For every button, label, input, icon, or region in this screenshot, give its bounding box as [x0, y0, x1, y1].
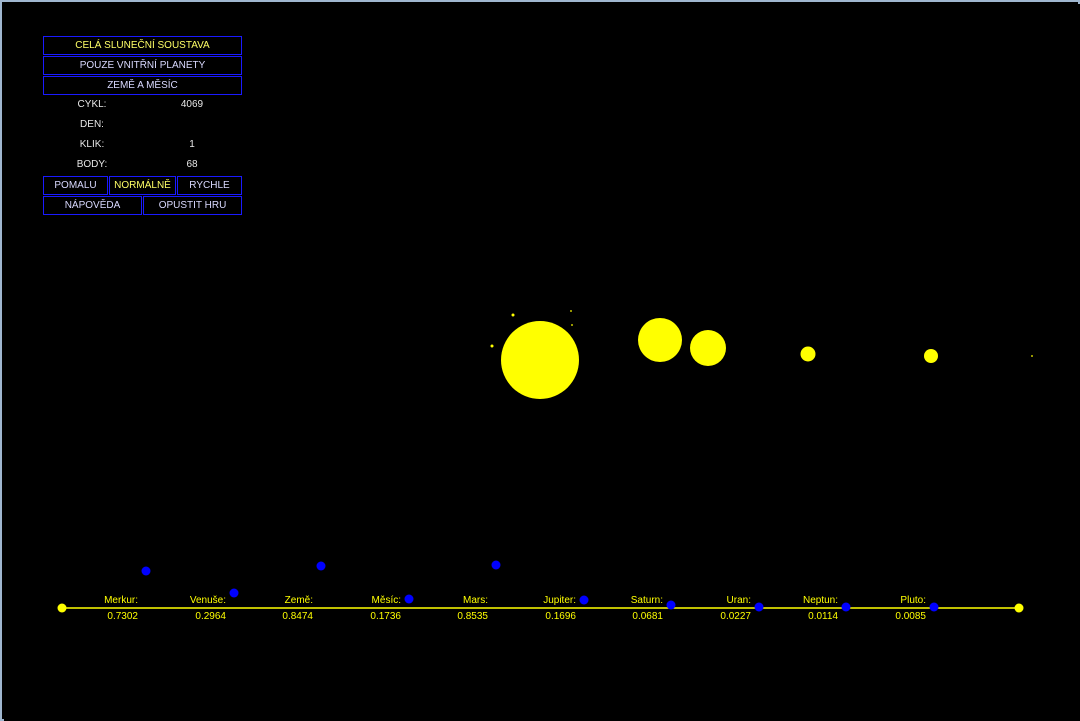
slider-label-mars: Mars:: [463, 595, 488, 606]
slider-value-neptun: 0.0114: [808, 611, 838, 622]
slider-track-end: [1014, 603, 1024, 613]
slider-value-zeme: 0.8474: [282, 611, 313, 622]
cycle-value: 4069: [180, 99, 204, 110]
slider-label-venuse: Venuše:: [189, 595, 226, 606]
speed-slow-button[interactable]: POMALU: [43, 176, 108, 195]
day-label: DEN:: [80, 119, 104, 130]
mercury: [490, 344, 494, 348]
slider-knob-uran[interactable]: [754, 602, 764, 612]
inner-planets-button[interactable]: POUZE VNITŘNÍ PLANETY: [43, 56, 242, 75]
slider-knob-pluto[interactable]: [929, 602, 939, 612]
slider-label-neptun: Neptun:: [802, 595, 838, 606]
slider-label-pluto: Pluto:: [900, 595, 926, 606]
sun: [501, 321, 579, 399]
slider-knob-mesic[interactable]: [404, 594, 414, 604]
cycle-label: CYKL:: [77, 99, 107, 110]
points-label: BODY:: [76, 159, 108, 170]
slider-value-merkur: 0.7302: [107, 611, 138, 622]
slider-value-venuse: 0.2964: [195, 611, 226, 622]
slider-track-start: [57, 603, 67, 613]
slider-label-saturn: Saturn:: [630, 595, 663, 606]
slider-label-uran: Uran:: [726, 595, 751, 606]
earth: [571, 324, 573, 326]
help-button[interactable]: NÁPOVĚDA: [43, 196, 142, 215]
slider-knob-neptun[interactable]: [841, 602, 851, 612]
slider-label-zeme: Země:: [284, 595, 313, 606]
slider-label-jupiter: Jupiter:: [543, 595, 576, 606]
click-label: KLIK:: [79, 139, 105, 150]
whole-system-button[interactable]: CELÁ SLUNEČNÍ SOUSTAVA: [43, 36, 242, 55]
earth-moon-button[interactable]: ZEMĚ A MĚSÍC: [43, 76, 242, 95]
slider-knob-venuse[interactable]: [229, 588, 239, 598]
slider-value-mars: 0.8535: [457, 611, 488, 622]
slider-knob-zeme[interactable]: [316, 561, 326, 571]
slider-label-mesic: Měsíc:: [371, 595, 401, 606]
speed-normal-button[interactable]: NORMÁLNĚ: [109, 176, 176, 195]
jupiter: [638, 318, 682, 362]
slider-value-mesic: 0.1736: [370, 611, 401, 622]
saturn: [690, 330, 726, 366]
speed-fast-button[interactable]: RYCHLE: [177, 176, 242, 195]
pluto: [1031, 355, 1033, 357]
game-area[interactable]: CELÁ SLUNEČNÍ SOUSTAVA POUZE VNITŘNÍ PLA…: [4, 4, 1080, 721]
slider-value-pluto: 0.0085: [895, 611, 926, 622]
game-window: CELÁ SLUNEČNÍ SOUSTAVA POUZE VNITŘNÍ PLA…: [0, 0, 1080, 721]
slider-value-saturn: 0.0681: [632, 611, 663, 622]
mars: [511, 313, 515, 317]
slider-knob-saturn[interactable]: [666, 600, 676, 610]
slider-value-uran: 0.0227: [720, 611, 751, 622]
click-value: 1: [189, 139, 195, 150]
slider-knob-mars[interactable]: [491, 560, 501, 570]
points-value: 68: [186, 159, 198, 170]
slider-value-jupiter: 0.1696: [545, 611, 576, 622]
slider-knob-merkur[interactable]: [141, 566, 151, 576]
uranus: [800, 346, 816, 362]
venus: [570, 310, 572, 312]
slider-knob-jupiter[interactable]: [579, 595, 589, 605]
neptune: [924, 349, 938, 363]
slider-label-merkur: Merkur:: [104, 595, 138, 606]
quit-button[interactable]: OPUSTIT HRU: [143, 196, 242, 215]
